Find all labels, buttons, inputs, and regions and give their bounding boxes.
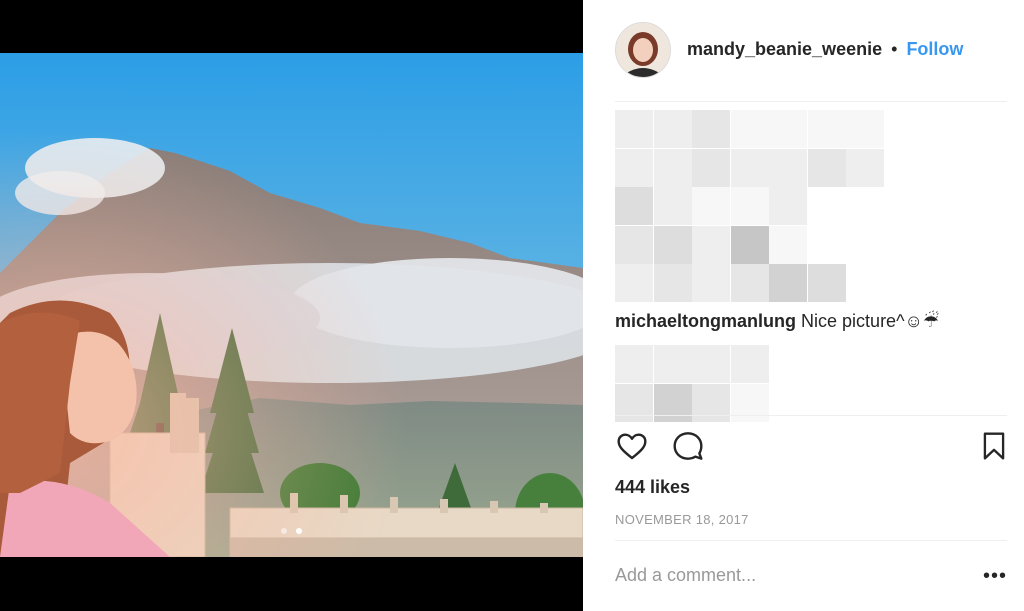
redaction-pixel	[807, 264, 846, 302]
redaction-pixel	[769, 187, 807, 225]
redaction-pixel	[730, 225, 769, 264]
redaction-pixel	[769, 148, 807, 187]
redaction-pixel	[653, 345, 692, 383]
redaction-pixel	[692, 187, 730, 225]
post-username[interactable]: mandy_beanie_weenie	[687, 39, 882, 59]
add-comment-input[interactable]	[615, 565, 955, 586]
redacted-caption	[615, 110, 885, 302]
redaction-pixel	[653, 187, 692, 225]
redacted-comment	[615, 345, 769, 422]
more-options-icon[interactable]: •••	[983, 565, 1007, 588]
post-photo[interactable]	[0, 53, 583, 557]
redaction-pixel	[769, 225, 807, 264]
avatar-image	[616, 23, 670, 77]
redaction-pixel	[846, 110, 884, 148]
redaction-pixel	[692, 345, 730, 383]
divider	[615, 415, 1007, 416]
comment-username[interactable]: michaeltongmanlung	[615, 311, 796, 331]
redaction-pixel	[615, 187, 653, 225]
redaction-pixel	[653, 148, 692, 187]
redaction-pixel	[692, 225, 730, 264]
redaction-pixel	[730, 264, 769, 302]
divider	[615, 540, 1007, 541]
post-header: mandy_beanie_weenie • Follow	[615, 22, 1007, 78]
header-separator: •	[891, 39, 898, 59]
redaction-pixel	[615, 264, 653, 302]
redaction-pixel	[730, 110, 769, 148]
bookmark-icon[interactable]	[981, 430, 1007, 462]
redaction-pixel	[769, 264, 807, 302]
redaction-pixel	[807, 148, 846, 187]
carousel-dot-active[interactable]	[295, 528, 302, 534]
post-media-panel	[0, 0, 583, 611]
comment-form: •••	[615, 565, 1007, 591]
redaction-pixel	[730, 148, 769, 187]
divider	[615, 101, 1007, 102]
redaction-pixel	[730, 187, 769, 225]
redaction-pixel	[615, 110, 653, 148]
redaction-pixel	[692, 148, 730, 187]
likes-count[interactable]: 444 likes	[615, 477, 690, 498]
post-owner-row: mandy_beanie_weenie • Follow	[687, 39, 963, 60]
post-actions	[615, 430, 1007, 464]
redaction-pixel	[653, 110, 692, 148]
comment-item: michaeltongmanlung Nice picture^☺☔	[615, 311, 1007, 332]
photo-illustration	[0, 53, 583, 557]
heart-icon[interactable]	[615, 430, 649, 462]
carousel-dot[interactable]	[281, 528, 288, 534]
comment-bubble-icon[interactable]	[671, 430, 705, 462]
redaction-pixel	[653, 225, 692, 264]
avatar[interactable]	[615, 22, 671, 78]
post-date: NOVEMBER 18, 2017	[615, 512, 749, 527]
redaction-pixel	[615, 345, 653, 383]
redaction-pixel	[769, 110, 807, 148]
redaction-pixel	[692, 264, 730, 302]
redaction-pixel	[615, 148, 653, 187]
redaction-pixel	[653, 264, 692, 302]
follow-button[interactable]: Follow	[906, 39, 963, 59]
redaction-pixel	[615, 225, 653, 264]
redaction-pixel	[692, 110, 730, 148]
post-details-panel: mandy_beanie_weenie • Follow michaeltong…	[583, 0, 1024, 611]
redaction-pixel	[846, 148, 884, 187]
redaction-pixel	[730, 345, 769, 383]
carousel-indicator	[0, 521, 583, 539]
comment-text: Nice picture^☺☔	[801, 311, 940, 331]
redaction-pixel	[807, 110, 846, 148]
